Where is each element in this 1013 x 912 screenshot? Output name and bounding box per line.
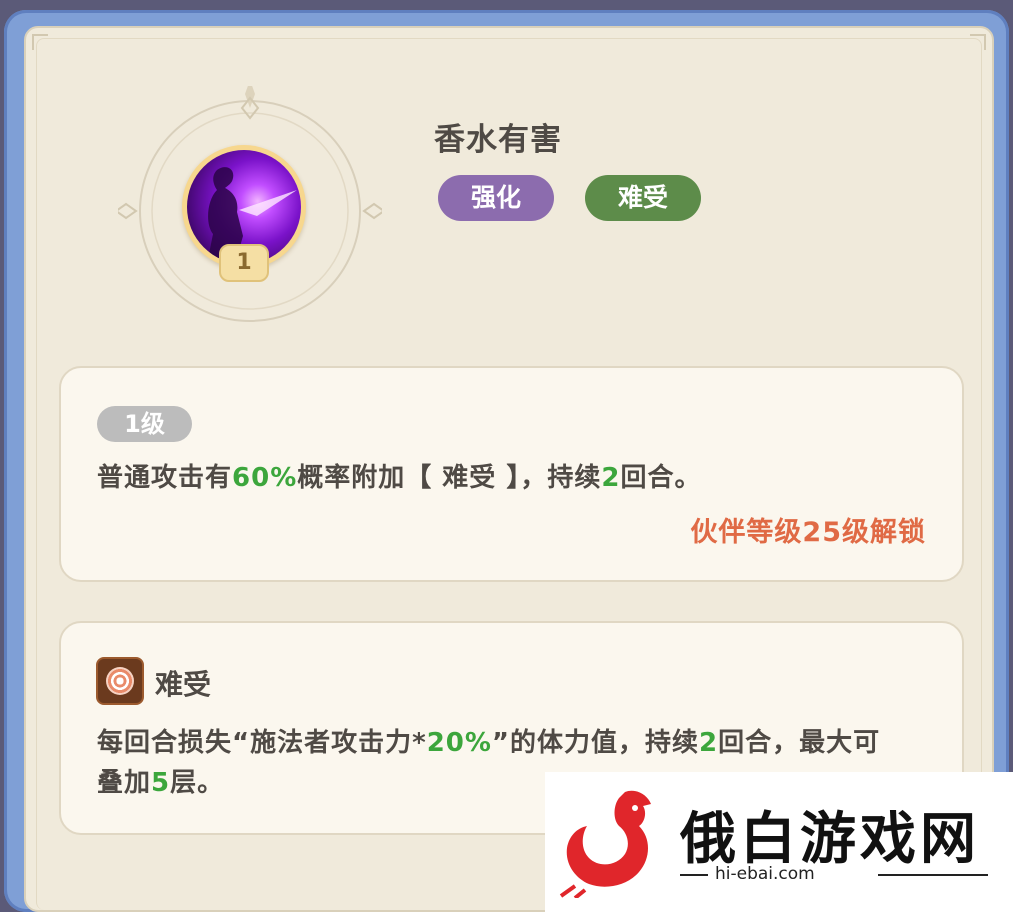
watermark: 俄白游戏网 hi-ebai.com [545,772,1013,912]
watermark-url: hi-ebai.com [715,864,815,884]
divider [680,874,708,876]
watermark-name: 俄白游戏网 [680,806,980,872]
tag-debuff: 难受 [585,175,701,221]
debuff-swirl-icon [96,657,144,705]
divider [878,874,988,876]
skill-name: 香水有害 [434,122,562,158]
rooster-logo-icon [559,790,651,898]
unlock-requirement: 伙伴等级25级解锁 [690,517,926,548]
level-description-panel: 1级 普通攻击有60%概率附加【 难受 】，持续2回合。 伙伴等级25级解锁 [59,366,964,582]
effect-title: 难受 [155,668,212,701]
corner-ornament [970,34,986,50]
level-description: 普通攻击有60%概率附加【 难受 】，持续2回合。 [97,463,702,493]
skill-level-tag: 1 [219,244,269,282]
corner-ornament [32,34,48,50]
level-badge: 1级 [97,406,192,442]
tag-enhance: 强化 [438,175,554,221]
